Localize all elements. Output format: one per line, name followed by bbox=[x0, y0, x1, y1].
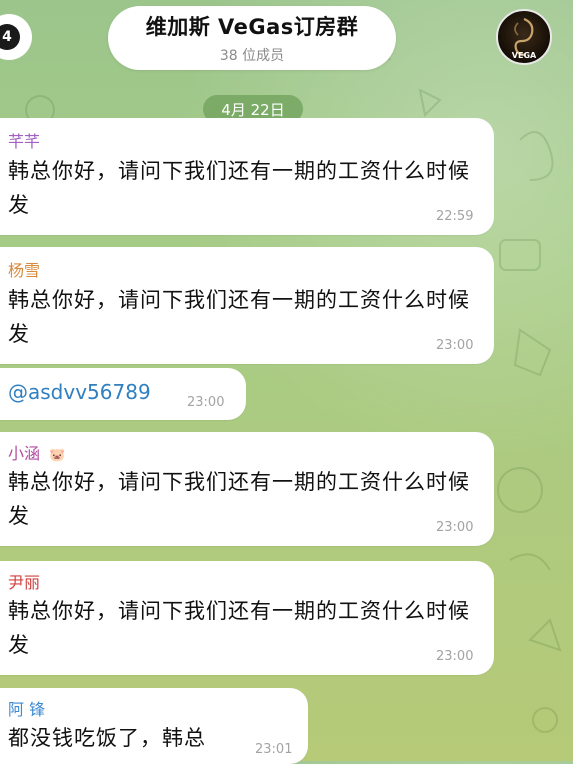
sender-name[interactable]: 小涵 🐷 bbox=[8, 440, 65, 464]
dragon-logo-icon: VEGA bbox=[512, 17, 537, 60]
message-bubble[interactable]: @asdvv56789 23:00 bbox=[0, 368, 246, 420]
pig-emoji-icon: 🐷 bbox=[49, 448, 66, 463]
chat-title: 维加斯 VeGas订房群 bbox=[145, 15, 359, 39]
sender-name[interactable]: 阿 锋 bbox=[8, 696, 45, 720]
message-bubble[interactable]: 杨雪 韩总你好，请问下我们还有一期的工资什么时候发 23:00 bbox=[0, 247, 494, 364]
message-text: 韩总你好，请问下我们还有一期的工资什么时候发 bbox=[8, 288, 470, 346]
svg-text:VEGA: VEGA bbox=[512, 51, 537, 60]
sender-name[interactable]: 尹丽 bbox=[8, 569, 40, 593]
message-text: 韩总你好，请问下我们还有一期的工资什么时候发 bbox=[8, 470, 470, 528]
mention-link[interactable]: @asdvv56789 bbox=[8, 380, 151, 404]
message-text: 韩总你好，请问下我们还有一期的工资什么时候发 bbox=[8, 159, 470, 217]
message-time: 22:59 bbox=[436, 209, 474, 224]
message-bubble[interactable]: 小涵 🐷 韩总你好，请问下我们还有一期的工资什么时候发 23:00 bbox=[0, 432, 494, 546]
message-text: 都没钱吃饭了，韩总 bbox=[8, 726, 206, 750]
sender-name[interactable]: 芊芊 bbox=[8, 128, 40, 152]
message-time: 23:00 bbox=[436, 520, 474, 535]
sender-name-label: 小涵 bbox=[8, 444, 41, 463]
back-button[interactable]: 4 bbox=[0, 14, 32, 60]
message-time: 23:00 bbox=[436, 649, 474, 664]
message-time: 23:00 bbox=[187, 395, 225, 410]
unread-count-badge: 4 bbox=[0, 24, 20, 50]
sender-name[interactable]: 杨雪 bbox=[8, 257, 40, 281]
message-text: 韩总你好，请问下我们还有一期的工资什么时候发 bbox=[8, 599, 470, 657]
message-time: 23:01 bbox=[255, 742, 293, 757]
chat-header[interactable]: 维加斯 VeGas订房群 38 位成员 bbox=[108, 6, 396, 70]
member-count: 38 位成员 bbox=[219, 48, 285, 64]
message-bubble[interactable]: 芊芊 韩总你好，请问下我们还有一期的工资什么时候发 22:59 bbox=[0, 118, 494, 235]
group-avatar[interactable]: VEGA bbox=[496, 9, 552, 65]
message-bubble[interactable]: 尹丽 韩总你好，请问下我们还有一期的工资什么时候发 23:00 bbox=[0, 561, 494, 675]
message-time: 23:00 bbox=[436, 338, 474, 353]
message-bubble[interactable]: 阿 锋 都没钱吃饭了，韩总 23:01 bbox=[0, 688, 308, 764]
